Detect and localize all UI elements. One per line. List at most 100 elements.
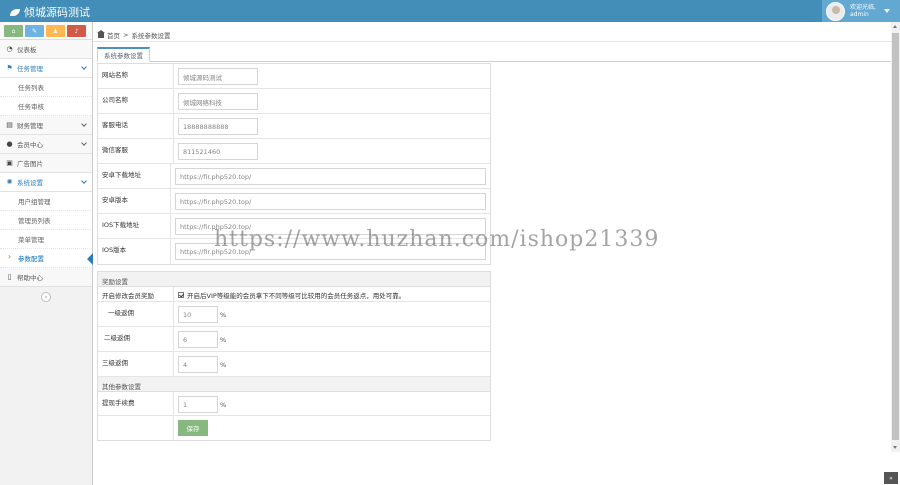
level3-rebate-input[interactable]: 4 [178, 356, 218, 373]
sidebar-subitem-menus[interactable]: 菜单管理 [0, 230, 92, 249]
rebate-toggle[interactable]: 开启后VIP等级能的会员拿下不同等级可比较用的会员任务返点，用处可靠。 [178, 289, 486, 300]
section-title: 其他参数设置 [98, 377, 490, 392]
sidebar-item-system[interactable]: ✺ 系统设置 [0, 173, 92, 192]
form-row: 开启修改会员奖励 开启后VIP等级能的会员拿下不同等级可比较用的会员任务返点，用… [98, 287, 490, 302]
sidebar-subitem-admins[interactable]: 管理员列表 [0, 211, 92, 230]
flag-icon: ⚑ [6, 64, 13, 72]
site-name-input[interactable]: 倾城源码测试 [178, 68, 258, 85]
brand[interactable]: 倾城源码测试 [10, 4, 90, 20]
field-label: 客服电话 [98, 114, 174, 138]
wallet-icon: ▤ [6, 121, 13, 129]
field-label-empty [98, 416, 174, 440]
breadcrumb: 首页 > 系统参数设置 [93, 28, 891, 42]
users-icon[interactable]: ♟ [46, 25, 65, 37]
service-phone-input[interactable]: 18888888888 [178, 118, 258, 135]
app-title: 倾城源码测试 [24, 6, 90, 19]
form-row: 网站名称 倾城源码测试 [98, 64, 490, 89]
field-label: 一级返佣 [98, 302, 174, 326]
pencil-icon[interactable]: ✎ [25, 25, 44, 37]
sidebar-subitem-user-groups[interactable]: 用户组管理 [0, 192, 92, 211]
level2-rebate-input[interactable]: 6 [178, 331, 218, 348]
section-title: 奖励设置 [98, 272, 490, 287]
tab-bar: 系统参数设置 [97, 47, 891, 62]
breadcrumb-home[interactable]: 首页 [107, 30, 120, 40]
company-name-input[interactable]: 倾城网络科技 [178, 93, 258, 110]
sidebar-item-finance[interactable]: ▤ 财务管理 [0, 116, 92, 135]
form-row: 提现手续费 1 % [98, 392, 490, 416]
home-icon [97, 29, 105, 38]
sidebar-item-label: 财务管理 [17, 122, 43, 130]
android-version-input[interactable]: https://fir.php520.top/ [175, 193, 486, 210]
sidebar-item-members[interactable]: ● 会员中心 [0, 135, 92, 154]
rebate-toggle-text: 开启后VIP等级能的会员拿下不同等级可比较用的会员任务返点，用处可靠。 [187, 292, 406, 300]
sidebar-item-ads[interactable]: ▣ 广告图片 [0, 154, 92, 173]
save-button[interactable]: 保存 [178, 420, 208, 436]
watermark: https://www.huzhan.com/ishop21339 [214, 227, 660, 252]
scroll-thumb[interactable] [892, 33, 899, 440]
caret-down-icon [883, 9, 890, 13]
sidebar-item-dashboard[interactable]: ◔ 仪表板 [0, 40, 92, 59]
sidebar-item-label: 帮助中心 [17, 274, 43, 282]
field-label: 安卓版本 [98, 189, 171, 213]
field-label: 开启修改会员奖励 [98, 287, 174, 301]
form-row: 安卓下载地址 https://fir.php520.top/ [98, 164, 490, 189]
chevron-down-icon [81, 64, 87, 70]
vertical-scrollbar[interactable] [891, 22, 900, 452]
field-label: 微信客服 [98, 139, 174, 163]
chevron-down-icon [81, 121, 87, 127]
sidebar-shortcuts: ⌂ ✎ ♟ ♪ [0, 22, 92, 40]
user-menu[interactable]: 欢迎光临, admin [822, 0, 900, 22]
sidebar-item-label: 任务管理 [17, 65, 43, 73]
sidebar-item-label: 仪表板 [17, 46, 37, 54]
gear-icon: ✺ [6, 178, 13, 186]
withdraw-fee-input[interactable]: 1 [178, 396, 218, 413]
scroll-down-icon[interactable] [893, 446, 897, 449]
sidebar: ⌂ ✎ ♟ ♪ ◔ 仪表板 ⚑ 任务管理 任务列表 任务审核 ▤ 财务管理 ● … [0, 22, 93, 485]
field-label: 安卓下载地址 [98, 164, 171, 188]
user-icon: ● [6, 140, 13, 148]
breadcrumb-current: 系统参数设置 [131, 31, 171, 40]
android-download-input[interactable]: https://fir.php520.top/ [175, 168, 486, 185]
rebate-settings-form: 奖励设置 开启修改会员奖励 开启后VIP等级能的会员拿下不同等级可比较用的会员任… [97, 271, 491, 441]
user-name: admin [850, 11, 869, 18]
bookmark-icon: ▯ [7, 273, 12, 281]
welcome-text: 欢迎光临, [850, 4, 876, 11]
form-row: 二级返佣 6 % [98, 327, 490, 352]
field-label: IOS版本 [98, 239, 171, 264]
form-row: 公司名称 倾城网络科技 [98, 89, 490, 114]
percent-sign: % [220, 361, 227, 369]
picture-icon: ▣ [6, 159, 13, 167]
sidebar-collapse-button[interactable]: « [41, 292, 51, 302]
level1-rebate-input[interactable]: 10 [178, 306, 218, 323]
checkbox-checked-icon[interactable] [178, 292, 184, 298]
scroll-up-icon[interactable] [893, 25, 897, 28]
field-label: 网站名称 [98, 64, 174, 88]
field-label: 提现手续费 [98, 392, 174, 415]
field-label: 三级返佣 [98, 352, 174, 376]
dashboard-icon: ◔ [6, 45, 13, 53]
home-icon[interactable]: ⌂ [4, 25, 23, 37]
form-row: 客服电话 18888888888 [98, 114, 490, 139]
sidebar-subitem-task-list[interactable]: 任务列表 [0, 78, 92, 97]
bell-icon[interactable]: ♪ [67, 25, 86, 37]
percent-sign: % [220, 401, 227, 409]
chevron-down-icon [81, 178, 87, 184]
back-to-top-button[interactable]: » [884, 472, 898, 484]
form-row: 一级返佣 10 % [98, 302, 490, 327]
sidebar-subitem-params[interactable]: 参数配置 [0, 249, 93, 268]
percent-sign: % [220, 336, 227, 344]
leaf-icon [10, 8, 20, 16]
field-label: 二级返佣 [98, 327, 174, 351]
wechat-service-input[interactable]: 811521460 [178, 143, 258, 160]
form-row: 微信客服 811521460 [98, 139, 490, 164]
form-row: 三级返佣 4 % [98, 352, 490, 377]
sidebar-item-tasks[interactable]: ⚑ 任务管理 [0, 59, 92, 78]
tab-system-params[interactable]: 系统参数设置 [97, 47, 150, 62]
sidebar-item-label: 广告图片 [17, 160, 43, 168]
sidebar-item-label: 系统设置 [17, 179, 43, 187]
sidebar-item-help[interactable]: ▯ 帮助中心 [0, 268, 92, 287]
sidebar-subitem-task-review[interactable]: 任务审核 [0, 97, 92, 116]
user-text: 欢迎光临, admin [850, 4, 876, 18]
chevron-down-icon [81, 140, 87, 146]
form-row: 安卓版本 https://fir.php520.top/ [98, 189, 490, 214]
